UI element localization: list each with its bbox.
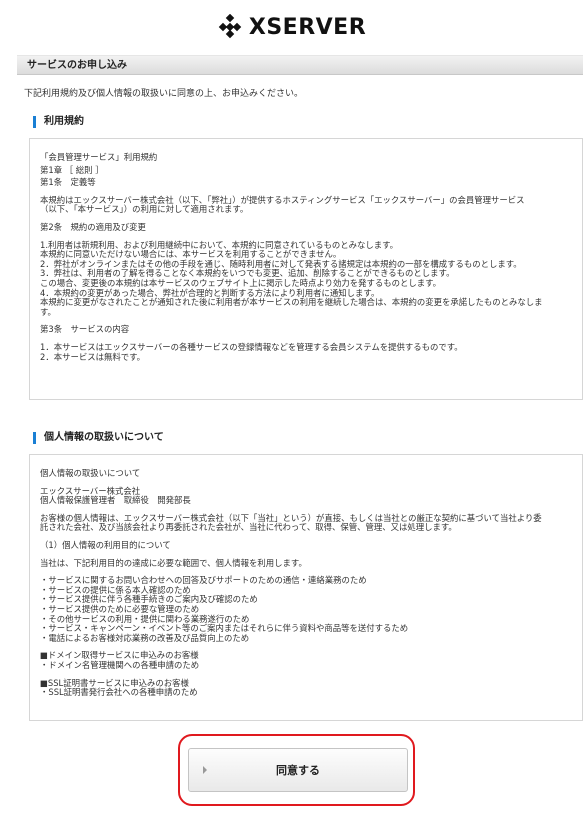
terms-line: 第1条 定義等 — [40, 177, 96, 188]
privacy-line: ■SSL証明書サービスに申込みのお客様 ・SSL証明書発行会社への各種申請のため — [40, 677, 198, 698]
intro-text: 下記利用規約及び個人情報の取扱いに同意の上、お申込みください。 — [24, 89, 304, 99]
privacy-line: （1）個人情報の利用目的について — [40, 539, 171, 550]
terms-line: 1．本サービスはエックスサーバーの各種サービスの登録情報などを管理する会員システ… — [40, 341, 463, 362]
terms-heading: 利用規約 — [33, 116, 84, 128]
arrow-right-icon — [203, 766, 207, 774]
terms-line: 第3条 サービスの内容 — [40, 324, 130, 335]
diamond-logo-icon — [218, 14, 242, 39]
privacy-line: 当社は、下記利用目的の達成に必要な範囲で、個人情報を利用します。 — [40, 557, 307, 568]
terms-line: 本規約はエックスサーバー株式会社（以下、「弊社」）が提供するホスティングサービス… — [40, 194, 525, 215]
privacy-line: ■ドメイン取得サービスに申込みのお客様 ・ドメイン名管理機関への各種申請のため — [40, 650, 200, 670]
section-title: サービスのお申し込み — [17, 55, 583, 75]
terms-scrollbox[interactable]: 「会員管理サービス」利用規約 第1章 ［ 総則 ］ 第1条 定義等 本規約はエッ… — [29, 138, 583, 400]
privacy-line: エックスサーバー株式会社 個人情報保護管理者 取締役 開発部長 — [40, 485, 191, 506]
agree-button[interactable]: 同意する — [188, 748, 408, 792]
terms-line: 1.利用者は新規利用、および利用継続中において、本規約に同意されているものとみな… — [40, 239, 543, 317]
xserver-logo: XSERVER — [0, 12, 583, 42]
terms-line: 第1章 ［ 総則 ］ — [40, 164, 104, 175]
terms-line: 第2条 規約の適用及び変更 — [40, 221, 146, 232]
terms-line: 「会員管理サービス」利用規約 — [40, 152, 158, 162]
privacy-scrollbox[interactable]: 個人情報の取扱いについて エックスサーバー株式会社 個人情報保護管理者 取締役 … — [29, 454, 583, 721]
brand-name: XSERVER — [248, 14, 367, 40]
privacy-line: ・サービスに関するお問い合わせへの回答及びサポートのための通信・連絡業務のため … — [40, 575, 409, 643]
privacy-line: 個人情報の取扱いについて — [40, 468, 141, 478]
privacy-heading: 個人情報の取扱いについて — [33, 432, 164, 444]
privacy-line: お客様の個人情報は、エックスサーバー株式会社（以下「当社」という）が直接、もしく… — [40, 512, 542, 533]
agree-button-label: 同意する — [276, 764, 320, 777]
